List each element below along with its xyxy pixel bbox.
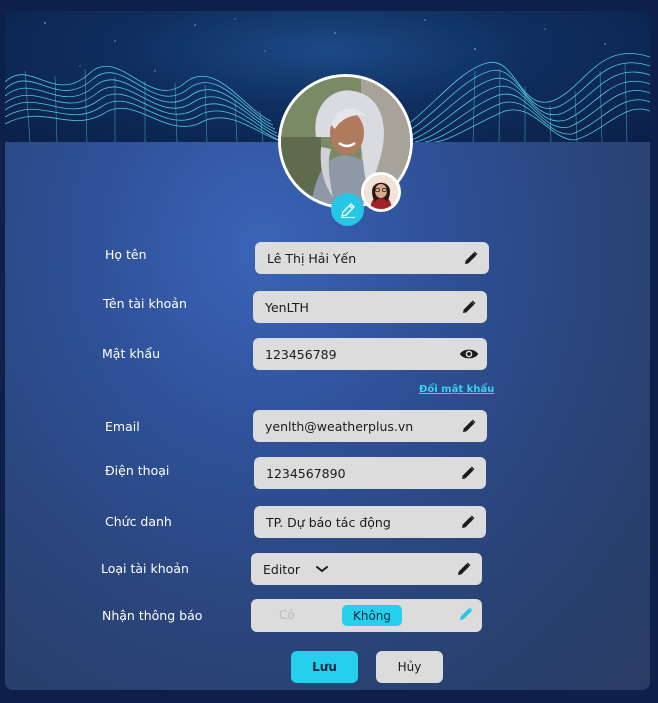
pencil-icon[interactable] — [446, 553, 482, 585]
email-label: Email — [105, 419, 140, 434]
email-value: yenlth@weatherplus.vn — [265, 418, 414, 434]
account-type-select[interactable]: Editor — [251, 553, 482, 585]
phone-field[interactable]: 1234567890 — [254, 457, 486, 489]
account-type-value: Editor — [263, 561, 300, 577]
cancel-button[interactable]: Hủy — [376, 651, 443, 683]
pencil-icon[interactable] — [453, 242, 489, 274]
notifications-label: Nhận thông báo — [102, 608, 203, 623]
phone-label: Điện thoại — [105, 463, 170, 478]
title-field[interactable]: TP. Dự báo tác động — [254, 506, 486, 538]
notify-no-option[interactable]: Không — [342, 605, 402, 626]
password-field[interactable]: 123456789 — [253, 338, 487, 370]
eye-icon[interactable] — [451, 338, 487, 370]
password-label: Mật khẩu — [102, 346, 161, 361]
title-label: Chức danh — [105, 514, 172, 529]
password-value: 123456789 — [265, 346, 337, 362]
pencil-icon[interactable] — [450, 506, 486, 538]
name-value: Lê Thị Hải Yến — [267, 250, 357, 266]
pencil-icon[interactable] — [450, 457, 486, 489]
pencil-icon[interactable] — [458, 605, 474, 627]
save-button[interactable]: Lưu — [291, 651, 358, 683]
username-label: Tên tài khoản — [103, 296, 187, 311]
username-value: YenLTH — [265, 299, 309, 315]
notify-yes-option[interactable]: Có — [279, 608, 295, 622]
pencil-icon — [340, 202, 355, 218]
edit-avatar-button[interactable] — [331, 193, 364, 226]
title-value: TP. Dự báo tác động — [266, 514, 391, 530]
phone-value: 1234567890 — [266, 465, 346, 481]
account-type-label: Loại tài khoản — [101, 561, 189, 576]
pencil-icon[interactable] — [451, 291, 487, 323]
email-field[interactable]: yenlth@weatherplus.vn — [253, 410, 487, 442]
secondary-avatar — [361, 172, 401, 212]
change-password-link[interactable]: Đổi mật khẩu — [419, 384, 494, 395]
notifications-toggle[interactable]: Có Không — [251, 599, 482, 632]
username-field[interactable]: YenLTH — [253, 291, 487, 323]
name-label: Họ tên — [105, 247, 147, 262]
chevron-down-icon[interactable] — [315, 564, 446, 574]
pencil-icon[interactable] — [451, 410, 487, 442]
name-field[interactable]: Lê Thị Hải Yến — [255, 242, 489, 274]
